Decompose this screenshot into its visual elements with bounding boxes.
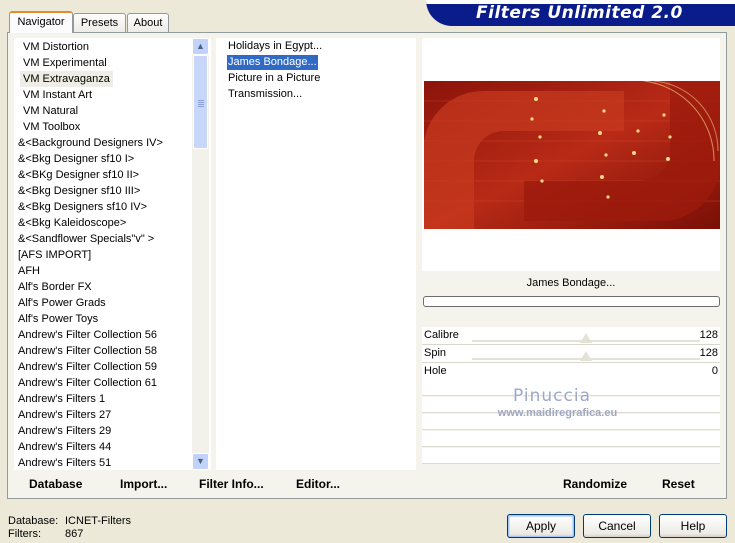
category-item-selected[interactable]: VM Extravaganza xyxy=(20,71,113,87)
database-status-value: ICNET-Filters xyxy=(65,515,131,527)
param-row[interactable]: Calibre 128 xyxy=(422,327,720,345)
editor-button[interactable]: Editor... xyxy=(296,477,340,491)
filter-item[interactable]: Holidays in Egypt... xyxy=(227,39,323,54)
watermark-name: Pinuccia xyxy=(513,386,591,406)
tab-navigator-label: Navigator xyxy=(17,16,65,28)
category-item[interactable]: &<Bkg Designers sf10 IV> xyxy=(18,199,147,215)
category-item[interactable]: &<Bkg Kaleidoscope> xyxy=(18,215,126,231)
category-scrollbar[interactable]: ▲ ▼ xyxy=(192,38,209,470)
randomize-button-label: Randomize xyxy=(563,477,628,491)
chevron-up-icon: ▲ xyxy=(196,41,205,51)
filter-info-button[interactable]: Filter Info... xyxy=(199,477,264,491)
category-item[interactable]: Andrew's Filters 27 xyxy=(18,407,111,423)
app-title: Filters Unlimited 2.0 xyxy=(476,3,683,23)
category-item[interactable]: Alf's Power Toys xyxy=(18,311,98,327)
reset-button-label: Reset xyxy=(662,477,695,491)
scroll-up-button[interactable]: ▲ xyxy=(192,38,209,55)
param-row-empty xyxy=(422,448,720,464)
category-item[interactable]: Andrew's Filters 1 xyxy=(18,391,105,407)
param-row-empty xyxy=(422,431,720,447)
filters-count-label: Filters: xyxy=(8,528,41,540)
preview-graphic xyxy=(424,81,720,229)
param-slider-thumb[interactable] xyxy=(580,351,592,361)
category-item[interactable]: &<Sandflower Specials"v" > xyxy=(18,231,154,247)
filter-info-button-label: Filter Info... xyxy=(199,477,264,491)
help-button[interactable]: Help xyxy=(659,514,727,538)
category-item[interactable]: VM Toolbox xyxy=(23,119,80,135)
param-name: Hole xyxy=(424,365,447,377)
category-item[interactable]: VM Distortion xyxy=(23,39,89,55)
filter-item-selected[interactable]: James Bondage... xyxy=(227,55,318,70)
category-item[interactable]: VM Natural xyxy=(23,103,78,119)
category-item[interactable]: &<BKg Designer sf10 II> xyxy=(18,167,139,183)
filter-item[interactable]: Transmission... xyxy=(227,87,303,102)
category-item[interactable]: AFH xyxy=(18,263,40,279)
param-name: Spin xyxy=(424,347,447,359)
title-banner: Filters Unlimited 2.0 xyxy=(426,0,735,26)
database-button[interactable]: Database xyxy=(29,477,82,491)
category-item[interactable]: Andrew's Filter Collection 61 xyxy=(18,375,157,391)
cancel-button-label: Cancel xyxy=(598,519,636,533)
category-item[interactable]: VM Experimental xyxy=(23,55,107,71)
param-value: 128 xyxy=(699,329,718,341)
param-row[interactable]: Spin 128 xyxy=(422,345,720,363)
help-button-label: Help xyxy=(680,519,706,533)
category-item[interactable]: VM Instant Art xyxy=(23,87,92,103)
reset-button[interactable]: Reset xyxy=(662,477,695,491)
import-button[interactable]: Import... xyxy=(120,477,167,491)
category-item[interactable]: Alf's Power Grads xyxy=(18,295,106,311)
category-item[interactable]: Andrew's Filters 44 xyxy=(18,439,111,455)
progress-bar xyxy=(423,296,720,307)
category-item[interactable]: Andrew's Filter Collection 56 xyxy=(18,327,157,343)
scroll-down-button[interactable]: ▼ xyxy=(192,453,209,470)
category-item[interactable]: Alf's Border FX xyxy=(18,279,92,295)
filter-item[interactable]: Picture in a Picture xyxy=(227,71,321,86)
category-item[interactable]: &<Bkg Designer sf10 III> xyxy=(18,183,140,199)
filters-count-value: 867 xyxy=(65,528,84,540)
category-item[interactable]: Andrew's Filter Collection 58 xyxy=(18,343,157,359)
param-name: Calibre xyxy=(424,329,459,341)
param-value: 0 xyxy=(711,365,718,377)
param-slider-thumb[interactable] xyxy=(580,333,592,343)
category-item[interactable]: Andrew's Filters 51 xyxy=(18,455,111,470)
apply-button[interactable]: Apply xyxy=(507,514,575,538)
tab-presets-label: Presets xyxy=(80,17,119,29)
watermark-url: www.maidiregrafica.eu xyxy=(497,407,618,419)
tab-about[interactable]: About xyxy=(127,13,169,33)
cancel-button[interactable]: Cancel xyxy=(583,514,651,538)
database-status-label: Database: xyxy=(8,515,59,527)
filter-list[interactable]: Holidays in Egypt... James Bondage... Pict… xyxy=(216,38,416,470)
category-item[interactable]: &<Background Designers IV> xyxy=(18,135,163,151)
category-list[interactable]: VM Distortion VM Experimental VM Extravaga… xyxy=(14,38,211,470)
import-button-label: Import... xyxy=(120,477,168,491)
database-button-label: Database xyxy=(29,477,83,491)
tab-about-label: About xyxy=(133,17,163,29)
category-item[interactable]: Andrew's Filter Collection 59 xyxy=(18,359,157,375)
grip-icon xyxy=(198,100,204,101)
category-item[interactable]: [AFS IMPORT] xyxy=(18,247,91,263)
param-value: 128 xyxy=(699,347,718,359)
selected-filter-name: James Bondage... xyxy=(526,277,616,289)
chevron-down-icon: ▼ xyxy=(196,456,205,466)
preview-image xyxy=(424,81,720,229)
tab-presets[interactable]: Presets xyxy=(73,13,126,33)
tab-navigator[interactable]: Navigator xyxy=(9,11,73,33)
param-row[interactable]: Hole 0 xyxy=(422,363,720,381)
randomize-button[interactable]: Randomize xyxy=(563,477,627,491)
scroll-thumb[interactable] xyxy=(193,55,208,149)
category-item[interactable]: Andrew's Filters 29 xyxy=(18,423,111,439)
apply-button-label: Apply xyxy=(525,519,557,533)
editor-button-label: Editor... xyxy=(296,477,341,491)
category-item[interactable]: &<Bkg Designer sf10 I> xyxy=(18,151,134,167)
